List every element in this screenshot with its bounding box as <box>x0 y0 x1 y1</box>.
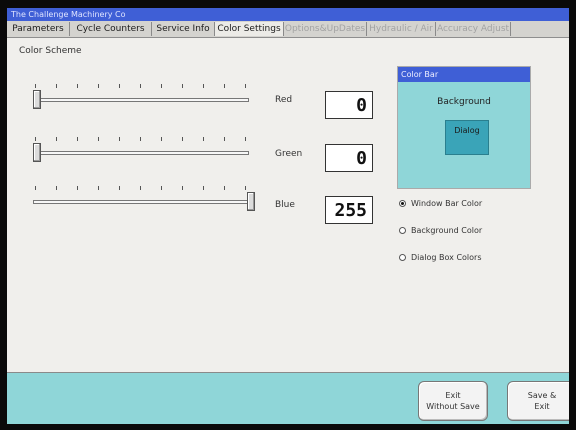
slider-tick <box>56 84 57 88</box>
slider-tick <box>161 186 162 190</box>
slider-tick <box>56 137 57 141</box>
slider-tick <box>119 84 120 88</box>
slider-tick <box>98 84 99 88</box>
background-preview-label: Background <box>437 97 491 107</box>
red-label: Red <box>275 95 293 105</box>
color-bar-preview: Color Bar Background Dialog <box>397 66 531 189</box>
dialog-preview-label: Dialog <box>454 126 480 135</box>
tab-bar: Parameters Cycle Counters Service Info C… <box>7 21 569 38</box>
slider-tick <box>161 137 162 141</box>
radio-label: Window Bar Color <box>411 199 483 208</box>
slider-tick <box>77 84 78 88</box>
exit-without-save-button[interactable]: Exit Without Save <box>418 381 488 421</box>
slider-tick <box>182 84 183 88</box>
slider-tick <box>140 84 141 88</box>
slider-tick <box>77 186 78 190</box>
slider-tick <box>140 186 141 190</box>
radio-button[interactable] <box>399 200 406 207</box>
command-bar: Exit Without Save Save & Exit <box>7 372 569 424</box>
slider-tick <box>182 186 183 190</box>
slider-tick <box>224 137 225 141</box>
tab-options-updates[interactable]: Options&UpDates <box>284 22 367 36</box>
save-and-exit-button[interactable]: Save & Exit <box>507 381 569 421</box>
slider-tick <box>140 137 141 141</box>
slider-tick <box>98 137 99 141</box>
green-label: Green <box>275 149 303 159</box>
blue-slider-thumb[interactable] <box>247 192 255 211</box>
red-slider-track <box>33 98 249 102</box>
slider-tick <box>245 84 246 88</box>
slider-tick <box>203 137 204 141</box>
blue-slider[interactable] <box>31 186 255 212</box>
red-value: 0 <box>325 91 373 119</box>
green-slider[interactable] <box>31 137 251 163</box>
slider-tick <box>245 186 246 190</box>
slider-tick <box>182 137 183 141</box>
slider-tick <box>35 137 36 141</box>
slider-tick <box>161 84 162 88</box>
radio-label: Background Color <box>411 226 483 235</box>
tab-hydraulic-air[interactable]: Hydraulic / Air <box>367 22 436 36</box>
blue-slider-track <box>33 200 249 204</box>
radio-dialog-box-colors[interactable]: Dialog Box Colors <box>399 252 482 264</box>
red-slider-thumb[interactable] <box>33 90 41 109</box>
slider-tick <box>203 186 204 190</box>
tab-service-info[interactable]: Service Info <box>152 22 215 36</box>
tab-cycle-counters[interactable]: Cycle Counters <box>70 22 152 36</box>
red-slider[interactable] <box>31 84 251 110</box>
tab-parameters[interactable]: Parameters <box>7 22 70 36</box>
slider-tick <box>224 84 225 88</box>
blue-label: Blue <box>275 200 295 210</box>
section-label: Color Scheme <box>19 46 82 56</box>
slider-tick <box>77 137 78 141</box>
radio-button[interactable] <box>399 254 406 261</box>
green-slider-ticks <box>35 137 249 143</box>
green-slider-thumb[interactable] <box>33 143 41 162</box>
green-slider-track <box>33 151 249 155</box>
radio-background-color[interactable]: Background Color <box>399 225 482 237</box>
dialog-preview: Dialog <box>445 120 489 155</box>
slider-tick <box>203 84 204 88</box>
screen: The Challenge Machinery Co Parameters Cy… <box>7 8 569 424</box>
slider-tick <box>245 137 246 141</box>
slider-tick <box>224 186 225 190</box>
slider-tick <box>98 186 99 190</box>
radio-label: Dialog Box Colors <box>411 253 482 262</box>
color-bar-header: Color Bar <box>398 67 530 82</box>
radio-button[interactable] <box>399 227 406 234</box>
slider-tick <box>119 186 120 190</box>
radio-window-bar-color[interactable]: Window Bar Color <box>399 198 482 210</box>
slider-tick <box>119 137 120 141</box>
slider-tick <box>56 186 57 190</box>
tab-accuracy-adjust[interactable]: Accuracy Adjust <box>436 22 511 36</box>
blue-slider-ticks <box>35 186 249 192</box>
green-value: 0 <box>325 144 373 172</box>
blue-value: 255 <box>325 196 373 224</box>
tab-color-settings[interactable]: Color Settings <box>215 22 284 36</box>
slider-tick <box>35 84 36 88</box>
window-title: The Challenge Machinery Co <box>7 8 569 21</box>
red-slider-ticks <box>35 84 249 90</box>
slider-tick <box>35 186 36 190</box>
